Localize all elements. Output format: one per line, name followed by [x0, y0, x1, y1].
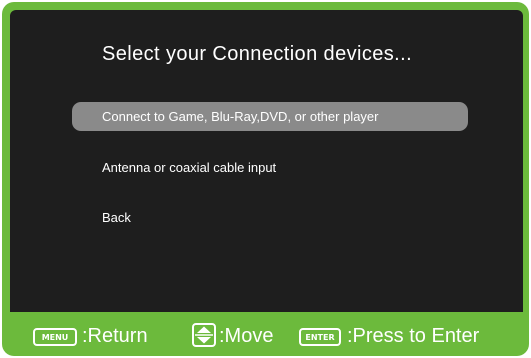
enter-key-icon: ENTER	[299, 328, 341, 346]
menu-item-back[interactable]: Back	[72, 203, 468, 232]
menu-title: Select your Connection devices...	[102, 43, 413, 65]
enter-hint-label: :Press to Enter	[347, 325, 480, 347]
tv-menu-frame: Select your Connection devices... Connec…	[2, 2, 529, 356]
menu-screen: Select your Connection devices... Connec…	[10, 10, 523, 312]
move-hint-label: :Move	[219, 325, 274, 347]
footer-hint-bar: MENU :Return :Move ENTER :Press to Enter	[2, 312, 529, 356]
menu-item-connect-player[interactable]: Connect to Game, Blu-Ray,DVD, or other p…	[72, 102, 468, 131]
up-down-arrows-icon	[192, 323, 216, 347]
menu-item-antenna-input[interactable]: Antenna or coaxial cable input	[72, 153, 468, 182]
menu-key-icon: MENU	[33, 328, 77, 346]
return-hint-label: :Return	[82, 325, 148, 347]
